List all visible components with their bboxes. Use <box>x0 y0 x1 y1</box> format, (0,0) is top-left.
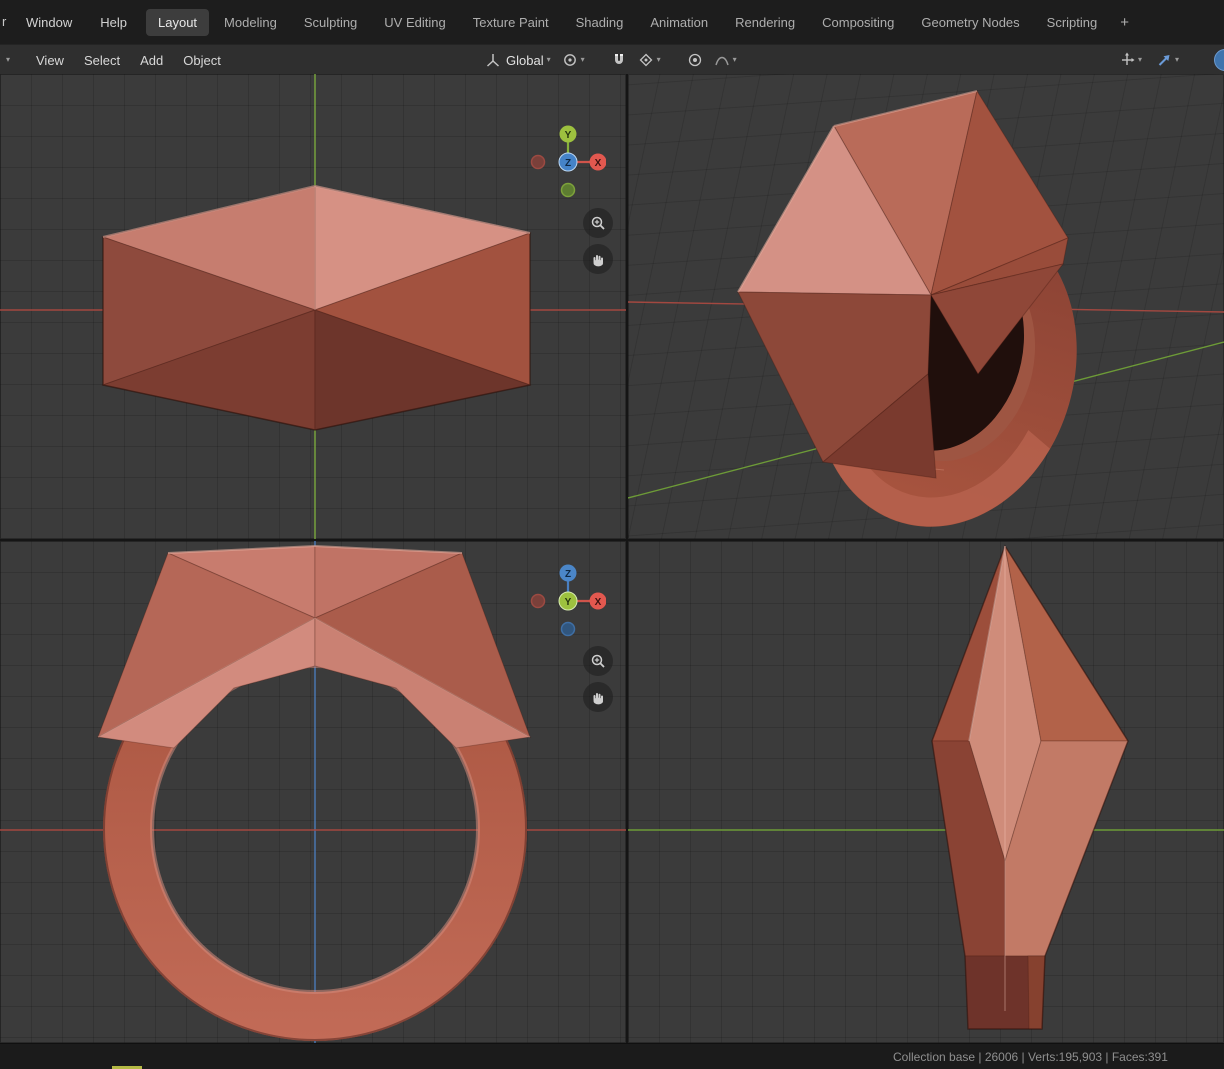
menu-help[interactable]: Help <box>100 15 127 30</box>
ring-model-top-view[interactable] <box>101 185 532 431</box>
scene-statistics: Collection base | 26006 | Verts:195,903 … <box>893 1050 1168 1064</box>
transform-orientation-dropdown[interactable]: Global ▾ <box>482 50 554 70</box>
pivot-point-dropdown[interactable]: ▾ <box>559 50 588 70</box>
orientation-label: Global <box>506 52 544 68</box>
menu-add[interactable]: Add <box>140 53 163 68</box>
menu-window[interactable]: Window <box>26 15 72 30</box>
viewport-front-view[interactable]: Z X Y <box>0 541 626 1043</box>
zoom-button[interactable] <box>583 208 613 238</box>
snap-with-dropdown[interactable]: ▾ <box>635 50 664 70</box>
workspace-tab-texture-paint[interactable]: Texture Paint <box>461 9 561 36</box>
add-workspace-button[interactable]: + <box>1112 8 1137 37</box>
navigation-gizmo[interactable]: Z X Y <box>530 563 607 639</box>
falloff-curve-icon <box>714 56 729 66</box>
ring-model-perspective[interactable] <box>737 89 1113 539</box>
magnet-icon <box>614 54 623 64</box>
gizmo-axis-y-negative[interactable] <box>560 182 576 198</box>
zoom-button[interactable] <box>583 646 613 676</box>
topbar: r Window Help Layout Modeling Sculpting … <box>0 0 1224 44</box>
chevron-down-icon: ▾ <box>732 55 737 64</box>
overlays-dropdown[interactable]: ▾ <box>1153 50 1182 70</box>
workspace-tab-geometry-nodes[interactable]: Geometry Nodes <box>909 9 1031 36</box>
show-gizmos-dropdown[interactable]: ▾ <box>1116 50 1145 70</box>
ring-model-side-view[interactable] <box>931 544 1129 1030</box>
viewport-header: ▾ View Select Add Object Global ▾ ▾ ▾ ▾ … <box>0 44 1224 75</box>
pan-button[interactable] <box>583 244 613 274</box>
gizmo-axis-x-negative[interactable] <box>530 593 546 609</box>
chevron-down-icon: ▾ <box>1138 55 1143 64</box>
viewport-top-view[interactable]: Y X Z <box>0 74 626 539</box>
falloff-dropdown[interactable]: ▾ <box>711 50 740 70</box>
viewport-menus: View Select Add Object <box>36 45 221 75</box>
svg-text:X: X <box>595 597 602 608</box>
statusbar: Collection base | 26006 | Verts:195,903 … <box>0 1043 1224 1069</box>
workspace-tab-animation[interactable]: Animation <box>638 9 720 36</box>
blender-window: r Window Help Layout Modeling Sculpting … <box>0 0 1224 1069</box>
magnifier-plus-icon <box>591 654 605 668</box>
menu-view[interactable]: View <box>36 53 64 68</box>
menu-object[interactable]: Object <box>183 53 221 68</box>
viewport-display-controls: ▾ ▾ <box>1116 45 1182 75</box>
viewport-controls: Global ▾ ▾ ▾ ▾ <box>482 45 740 75</box>
quad-view: Y X Z Z X Y <box>0 74 1224 1043</box>
hand-icon <box>593 693 604 705</box>
workspace-tab-uv-editing[interactable]: UV Editing <box>372 9 457 36</box>
gizmos-icon <box>1122 52 1135 65</box>
workspace-tab-compositing[interactable]: Compositing <box>810 9 906 36</box>
workspace-tab-layout[interactable]: Layout <box>146 8 210 36</box>
workspace-tab-modeling[interactable]: Modeling <box>212 9 289 36</box>
hand-icon <box>593 255 604 267</box>
workspace-tabs: Layout Modeling Sculpting UV Editing Tex… <box>146 0 1137 44</box>
viewport-side-view[interactable] <box>628 541 1224 1043</box>
svg-text:Y: Y <box>565 597 572 608</box>
pivot-point-icon <box>563 54 576 66</box>
menu-select[interactable]: Select <box>84 53 120 68</box>
magnifier-plus-icon <box>591 216 605 230</box>
proportional-editing-icon <box>688 53 701 67</box>
topbar-menus: Window Help <box>26 0 127 44</box>
svg-text:Y: Y <box>565 130 572 141</box>
overlays-arrow-icon <box>1158 55 1170 66</box>
proportional-editing-toggle[interactable] <box>684 50 706 70</box>
workspace-tab-shading[interactable]: Shading <box>564 9 636 36</box>
gizmo-axis-x-negative[interactable] <box>530 154 546 170</box>
snap-toggle-button[interactable] <box>608 50 630 70</box>
workspace-tab-sculpting[interactable]: Sculpting <box>292 9 369 36</box>
menu-cut[interactable]: r <box>2 14 6 29</box>
chevron-down-icon: ▾ <box>546 55 551 64</box>
workspace-tab-rendering[interactable]: Rendering <box>723 9 807 36</box>
transform-orientation-icon <box>486 54 500 67</box>
navigation-gizmo[interactable]: Y X Z <box>530 124 607 200</box>
ring-model-front-view[interactable] <box>96 545 532 1041</box>
editor-type-dropdown[interactable]: ▾ <box>6 56 10 64</box>
pan-button[interactable] <box>583 682 613 712</box>
gizmo-axis-z-negative[interactable] <box>560 621 576 637</box>
workspace-tab-scripting[interactable]: Scripting <box>1035 9 1110 36</box>
svg-text:Z: Z <box>565 569 571 580</box>
chevron-down-icon: ▾ <box>1175 55 1180 64</box>
svg-text:Z: Z <box>565 158 571 169</box>
chevron-down-icon: ▾ <box>580 55 585 64</box>
viewport-perspective-view[interactable] <box>628 74 1224 539</box>
snap-target-icon <box>639 53 653 67</box>
svg-text:X: X <box>595 158 602 169</box>
chevron-down-icon: ▾ <box>656 55 661 64</box>
